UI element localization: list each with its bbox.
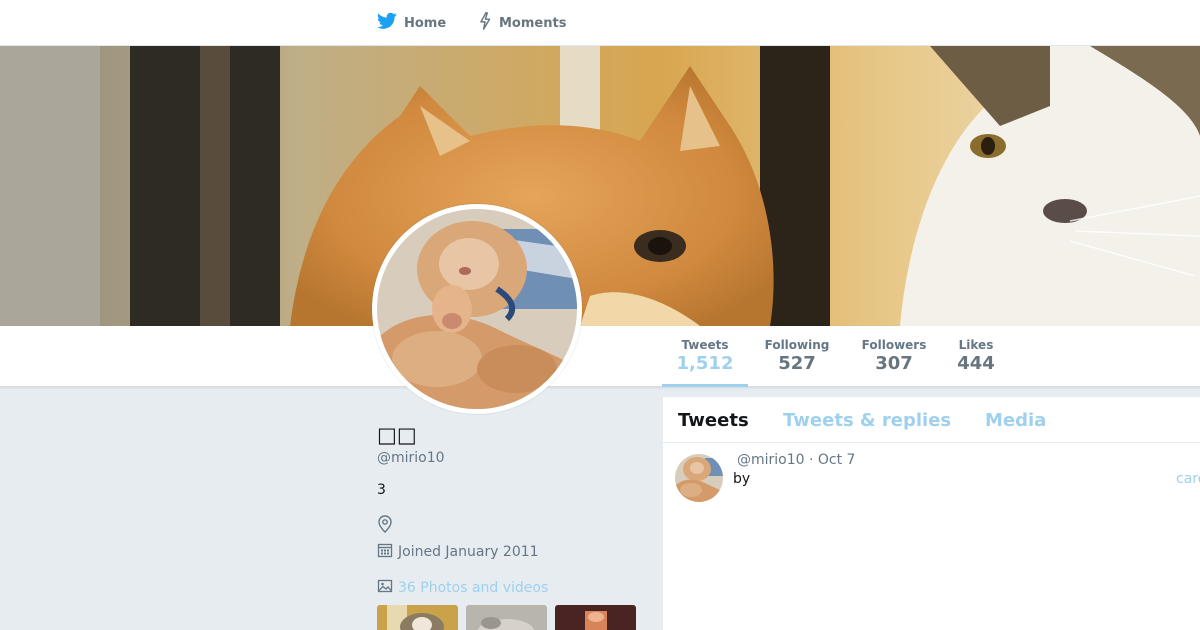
twitter-bird-icon xyxy=(377,12,404,34)
photo-thumbnails xyxy=(377,605,636,630)
nav-moments-link[interactable]: Moments xyxy=(478,12,567,34)
tweet-link[interactable]: carc xyxy=(1176,471,1200,487)
stat-likes-label: Likes xyxy=(958,338,994,352)
photos-and-videos-link[interactable]: 36 Photos and videos xyxy=(377,578,548,598)
location-icon xyxy=(377,515,395,533)
stat-likes-value: 444 xyxy=(957,353,995,374)
calendar-icon xyxy=(377,542,398,562)
profile-banner-image[interactable] xyxy=(0,46,1200,326)
photo-thumbnail[interactable] xyxy=(377,605,458,630)
tab-tweets-and-replies[interactable]: Tweets & replies xyxy=(783,410,951,431)
stat-followers-label: Followers xyxy=(861,338,927,352)
stat-followers-value: 307 xyxy=(875,353,913,374)
photo-icon xyxy=(377,578,398,598)
profile-handle: @mirio10 xyxy=(377,450,445,466)
profile-stats-bar: Tweets 1,512 Following 527 Followers 307… xyxy=(0,326,1200,387)
photo-thumbnail[interactable] xyxy=(466,605,547,630)
profile-joined-text: Joined January 2011 xyxy=(398,544,539,560)
stat-following-value: 527 xyxy=(778,353,816,374)
profile-bio: 3 xyxy=(377,482,386,498)
profile-avatar[interactable] xyxy=(372,204,582,414)
stat-tweets-label: Tweets xyxy=(681,338,729,352)
timeline-tabs: Tweets Tweets & replies Media xyxy=(663,397,1200,443)
tweet-text: by xyxy=(733,471,751,487)
tab-tweets[interactable]: Tweets xyxy=(678,410,749,431)
stat-tweets[interactable]: Tweets 1,512 xyxy=(662,338,748,387)
profile-name: □□ xyxy=(377,423,417,447)
tweet-item[interactable]: @mirio10 · Oct 7 by carc xyxy=(663,444,1200,514)
profile-joined: Joined January 2011 xyxy=(377,542,539,562)
tweet-meta: @mirio10 · Oct 7 xyxy=(737,452,856,468)
stat-following[interactable]: Following 527 xyxy=(758,338,836,374)
stat-following-label: Following xyxy=(764,338,830,352)
nav-home-label: Home xyxy=(404,15,447,31)
nav-moments-label: Moments xyxy=(499,15,567,31)
timeline-panel: Tweets Tweets & replies Media @mirio10 ·… xyxy=(663,397,1200,630)
stat-followers[interactable]: Followers 307 xyxy=(858,338,930,374)
stat-tweets-value: 1,512 xyxy=(676,353,734,374)
top-navigation-bar: Home Moments xyxy=(0,0,1200,46)
stat-likes[interactable]: Likes 444 xyxy=(954,338,998,374)
photo-thumbnail[interactable] xyxy=(555,605,636,630)
nav-home-link[interactable]: Home xyxy=(377,12,447,34)
tweet-avatar[interactable] xyxy=(675,454,723,502)
tab-media[interactable]: Media xyxy=(985,410,1046,431)
photos-and-videos-label: 36 Photos and videos xyxy=(398,580,549,596)
lightning-icon xyxy=(478,12,499,34)
